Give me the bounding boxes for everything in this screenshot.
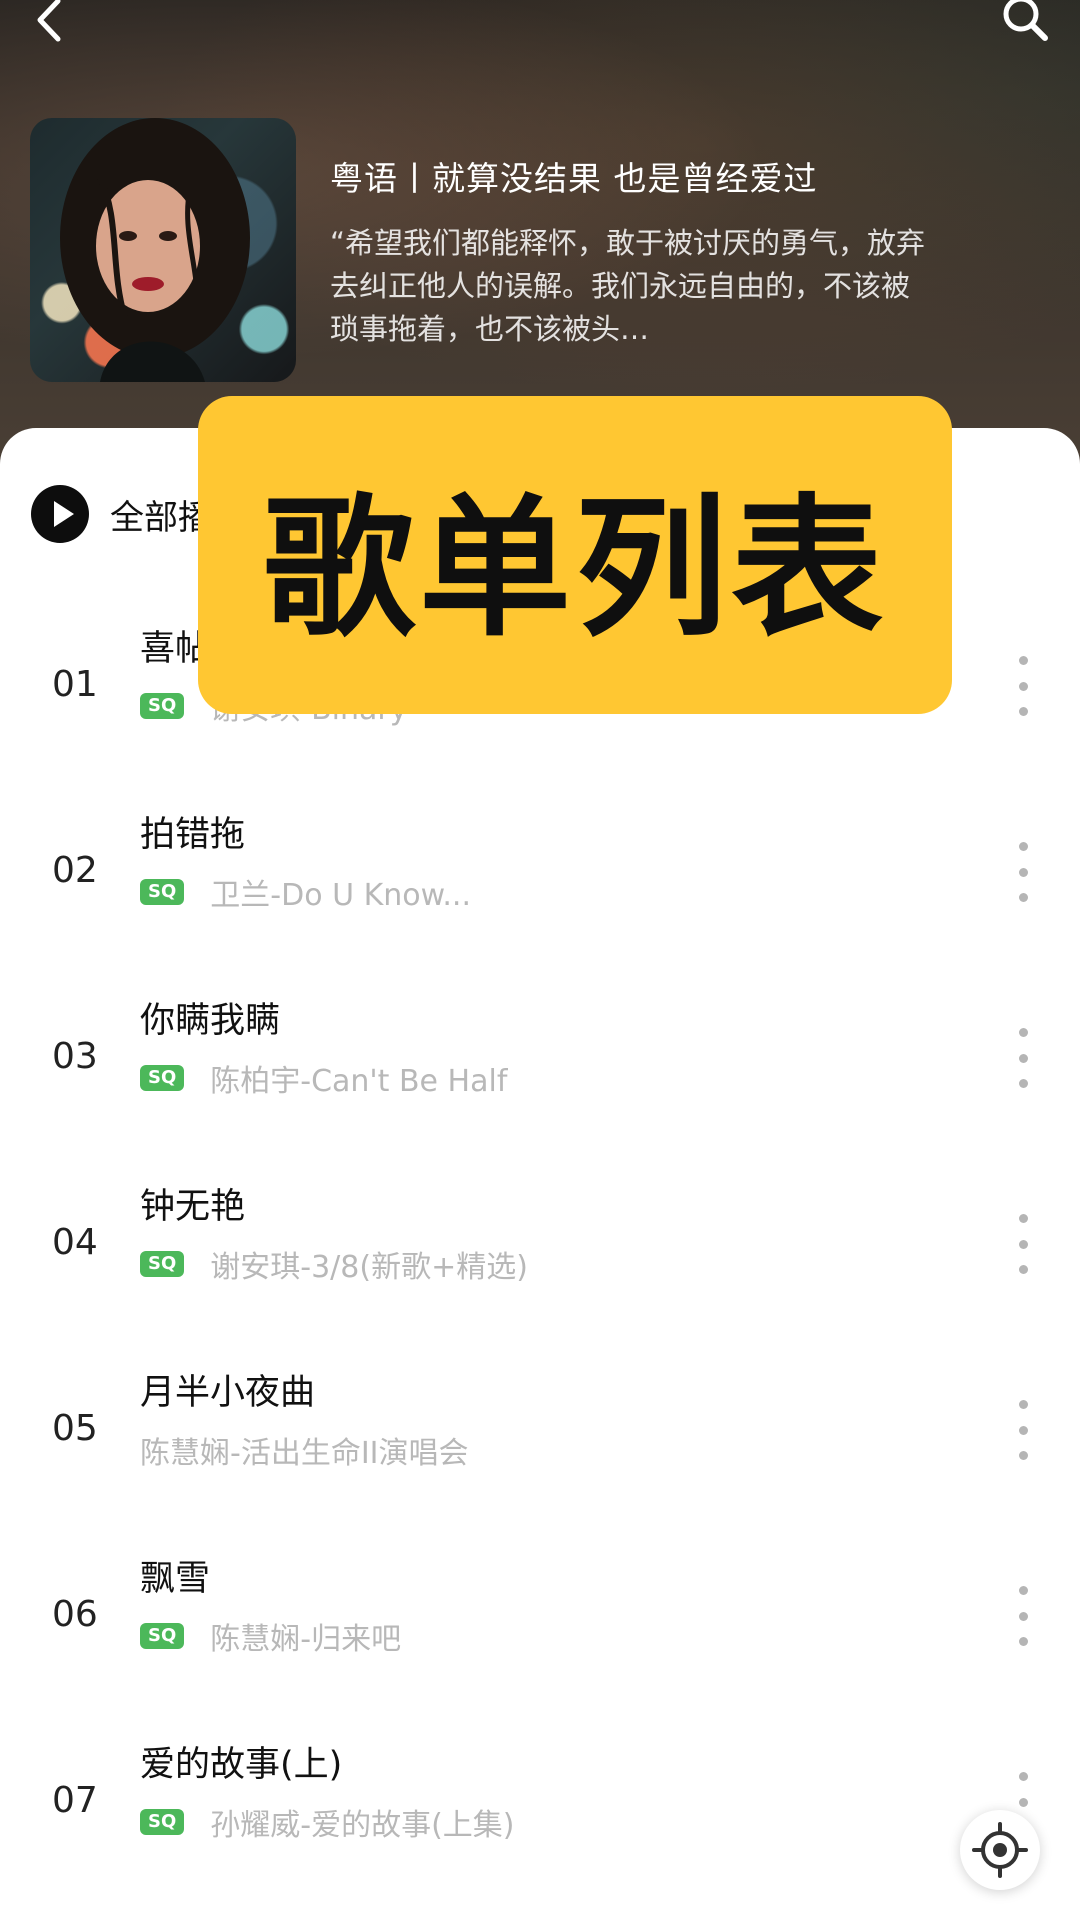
song-row[interactable]: 06 飘雪 SQ 陈慧娴-归来吧 [0,1550,1080,1700]
more-dot-icon [1018,681,1028,691]
more-dot-icon [1018,1425,1028,1435]
more-options-button[interactable] [1008,1028,1038,1088]
sq-badge: SQ [140,1251,185,1277]
more-dot-icon [1018,1053,1028,1063]
more-options-button[interactable] [1008,656,1038,716]
more-options-button[interactable] [1008,1400,1038,1460]
portrait-illustration [60,118,250,382]
sq-badge: SQ [140,1809,185,1835]
more-dot-icon [1018,842,1028,851]
song-meta: SQ 卫兰-Do U Know... [140,872,472,913]
song-title: 飘雪 [140,1559,211,1599]
locate-current-song-button[interactable] [960,1810,1040,1890]
sq-badge: SQ [140,693,185,719]
song-meta: 陈慧娴-活出生命II演唱会 [140,1430,469,1471]
sq-badge: SQ [140,879,185,905]
banner-text: 歌单列表 [263,480,887,657]
search-icon [1003,0,1048,41]
more-dot-icon [1018,1772,1028,1781]
more-dot-icon [1018,1028,1028,1037]
play-circle-icon [31,485,89,543]
song-index: 01 [52,664,98,705]
song-artist: 陈慧娴-归来吧 [210,1622,402,1657]
song-row[interactable]: 03 你瞒我瞒 SQ 陈柏宇-Can't Be Half [0,992,1080,1142]
song-title: 钟无艳 [140,1187,246,1227]
song-meta: SQ 陈慧娴-归来吧 [140,1616,402,1657]
song-meta: SQ 陈柏宇-Can't Be Half [140,1058,508,1099]
more-dot-icon [1018,1214,1028,1223]
song-title: 拍错拖 [140,815,246,855]
song-index: 06 [52,1594,98,1635]
song-row[interactable]: 02 拍错拖 SQ 卫兰-Do U Know... [0,806,1080,956]
back-button[interactable] [20,0,80,50]
song-index: 05 [52,1408,98,1449]
song-index: 04 [52,1222,98,1263]
more-dot-icon [1018,707,1028,716]
more-dot-icon [1018,1400,1028,1409]
song-index: 03 [52,1036,98,1077]
song-index: 07 [52,1780,98,1821]
song-artist: 卫兰-Do U Know... [210,878,472,913]
more-options-button[interactable] [1008,1586,1038,1646]
song-artist: 谢安琪-3/8(新歌+精选) [210,1250,528,1285]
more-dot-icon [1018,1451,1028,1460]
song-title: 爱的故事(上) [140,1745,343,1785]
song-row[interactable]: 05 月半小夜曲 陈慧娴-活出生命II演唱会 [0,1364,1080,1514]
sq-badge: SQ [140,1623,185,1649]
song-artist: 陈柏宇-Can't Be Half [210,1064,508,1099]
more-dot-icon [1018,893,1028,902]
playlist-cover-image[interactable] [30,118,296,382]
more-dot-icon [1018,656,1028,665]
more-dot-icon [1018,1239,1028,1249]
song-meta: SQ 谢安琪-3/8(新歌+精选) [140,1244,528,1285]
song-artist: 孙耀威-爱的故事(上集) [210,1808,515,1843]
more-dot-icon [1018,1611,1028,1621]
song-title: 你瞒我瞒 [140,1001,281,1041]
crosshair-icon [972,1822,1028,1878]
search-button[interactable] [990,0,1060,50]
song-title: 月半小夜曲 [140,1373,316,1413]
song-index: 02 [52,850,98,891]
more-options-button[interactable] [1008,842,1038,902]
song-row[interactable]: 04 钟无艳 SQ 谢安琪-3/8(新歌+精选) [0,1178,1080,1328]
song-artist: 陈慧娴-活出生命II演唱会 [140,1436,469,1471]
sq-badge: SQ [140,1065,185,1091]
song-row[interactable]: 07 爱的故事(上) SQ 孙耀威-爱的故事(上集) [0,1736,1080,1886]
overlay-banner: 歌单列表 [198,396,952,714]
more-dot-icon [1018,1586,1028,1595]
more-dot-icon [1018,1797,1028,1807]
more-dot-icon [1018,1637,1028,1646]
more-dot-icon [1018,1265,1028,1274]
more-dot-icon [1018,1079,1028,1088]
song-meta: SQ 孙耀威-爱的故事(上集) [140,1802,515,1843]
more-dot-icon [1018,867,1028,877]
playlist-title: 粤语丨就算没结果 也是曾经爱过 [330,159,818,198]
playlist-description[interactable]: “希望我们都能释怀，敢于被讨厌的勇气，放弃去纠正他人的误解。我们永远自由的，不该… [330,222,930,351]
more-options-button[interactable] [1008,1214,1038,1274]
chevron-left-icon [37,0,61,42]
